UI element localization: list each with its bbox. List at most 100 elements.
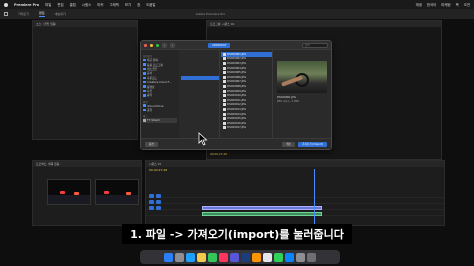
- program-monitor-title: 프로그램: 시퀀스 01: [207, 21, 441, 27]
- file-column[interactable]: DSC00001.JPG DSC00002.JPG DSC00003.JPG D…: [221, 50, 273, 140]
- app-menu[interactable]: Premiere Pro: [14, 3, 39, 7]
- tab-export[interactable]: 내보내기: [55, 12, 66, 16]
- track-target-button[interactable]: [156, 205, 161, 210]
- tab-import[interactable]: 가져오기: [18, 12, 29, 16]
- file-icon: [223, 126, 226, 130]
- file-icon: [223, 52, 226, 56]
- clock-icon: [143, 58, 146, 62]
- track-target-button[interactable]: [149, 193, 154, 198]
- project-panel[interactable]: 프로젝트: 제목 없음: [32, 160, 142, 226]
- notes-icon[interactable]: [263, 252, 272, 262]
- illustrator-icon[interactable]: [252, 252, 261, 262]
- settings-icon[interactable]: [296, 252, 305, 262]
- file-icon: [223, 80, 226, 84]
- project-panel-title: 프로젝트: 제목 없음: [33, 161, 141, 167]
- file-icon: [223, 107, 226, 111]
- zoom-icon[interactable]: [156, 43, 159, 47]
- apple-icon[interactable]: [4, 2, 8, 7]
- preview-meta: JPEG 이미지 - 6.3MB: [277, 100, 299, 103]
- document-icon: [143, 72, 146, 75]
- film-icon: [143, 85, 146, 88]
- launchpad-icon[interactable]: [175, 252, 184, 262]
- home-icon[interactable]: [4, 12, 8, 16]
- file-row[interactable]: DSC00017.JPG: [221, 126, 272, 131]
- clip-thumbnail[interactable]: [95, 179, 139, 205]
- cancel-button[interactable]: 취소: [282, 141, 295, 147]
- file-preview: DSC00001.JPG JPEG 이미지 - 6.3MB: [274, 50, 332, 140]
- menu-edit[interactable]: 편집: [57, 2, 63, 7]
- sidebar-item-t7-shield[interactable]: T7 Shield: [143, 118, 177, 123]
- photoshop-icon[interactable]: [241, 252, 250, 262]
- trash-icon[interactable]: [307, 252, 316, 262]
- track-target-button[interactable]: [149, 205, 154, 210]
- dialog-toolbar: ‹ › 220602GT 검색: [141, 41, 331, 50]
- menu-sequence[interactable]: 시퀀스: [82, 2, 91, 7]
- search-input[interactable]: 검색: [302, 42, 328, 48]
- menu-help[interactable]: 도움말: [146, 2, 155, 7]
- source-monitor-title: 소스: (클립 없음): [33, 21, 137, 27]
- sidebar-item-shared[interactable]: 공유: [143, 108, 177, 112]
- file-icon: [223, 84, 226, 88]
- file-icon: [223, 61, 226, 65]
- import-button[interactable]: 가져오기 (Import): [297, 141, 327, 147]
- messages-icon[interactable]: [208, 252, 217, 262]
- shared-icon: [143, 108, 146, 112]
- file-icon: [223, 121, 226, 125]
- audio-clip[interactable]: [202, 211, 322, 216]
- file-icon: [223, 57, 226, 61]
- chrome-icon[interactable]: [197, 252, 206, 262]
- options-button[interactable]: 옵션: [145, 141, 158, 147]
- track-target-button[interactable]: [156, 193, 161, 198]
- selected-folder[interactable]: [181, 76, 219, 80]
- timeline-panel[interactable]: 시퀀스 01 00;00;27;26: [145, 160, 445, 226]
- track-target-button[interactable]: [156, 199, 161, 204]
- appstore-icon[interactable]: [285, 252, 294, 262]
- facetime-icon[interactable]: [274, 252, 283, 262]
- apps-icon: [143, 63, 146, 66]
- drive-icon: [143, 119, 146, 122]
- folder-popup[interactable]: 220602GT: [208, 42, 231, 48]
- file-icon: [223, 112, 226, 116]
- finder-icon[interactable]: [164, 252, 173, 262]
- minimize-icon[interactable]: [150, 43, 153, 47]
- folder-column[interactable]: [180, 50, 220, 140]
- safari-icon[interactable]: [186, 252, 195, 262]
- source-monitor-panel[interactable]: 소스: (클립 없음): [32, 20, 138, 140]
- file-icon: [223, 103, 226, 107]
- menu-view[interactable]: 보기: [125, 2, 131, 7]
- back-icon[interactable]: ‹: [162, 42, 167, 48]
- file-icon: [223, 94, 226, 98]
- file-icon: [223, 66, 226, 70]
- window-title: Adobe Premiere Pro: [195, 12, 226, 16]
- timeline-title: 시퀀스 01: [146, 161, 444, 167]
- menu-window[interactable]: 창: [137, 2, 140, 7]
- file-icon: [223, 98, 226, 102]
- premiere-header: 가져오기 편집 내보내기 Adobe Premiere Pro: [0, 9, 474, 19]
- premiere-icon[interactable]: [230, 252, 239, 262]
- sidebar-item-music[interactable]: 음악: [143, 93, 177, 97]
- status-item[interactable]: 한국어: [427, 2, 436, 7]
- cloud-icon: [143, 104, 146, 107]
- track-target-button[interactable]: [149, 199, 154, 204]
- timeline-timecode: 00;00;27;26: [149, 168, 168, 172]
- status-item[interactable]: 재생: [416, 2, 422, 7]
- close-icon[interactable]: [144, 43, 147, 47]
- forward-icon[interactable]: ›: [170, 42, 175, 48]
- music-icon[interactable]: [219, 252, 228, 262]
- tab-edit[interactable]: 편집: [39, 11, 45, 17]
- file-icon: [223, 89, 226, 93]
- download-icon: [143, 76, 146, 79]
- status-item[interactable]: 목: [456, 2, 459, 7]
- music-icon: [143, 94, 146, 97]
- clip-thumbnail[interactable]: [47, 179, 91, 205]
- menu-graphics[interactable]: 그래픽: [109, 2, 118, 7]
- status-item[interactable]: 마케팅: [441, 2, 450, 7]
- import-dialog[interactable]: ‹ › 220602GT 검색 즐겨찾기 최근 항목 응용 프로그램 데스크탑 …: [140, 40, 332, 150]
- menu-marker[interactable]: 마커: [97, 2, 103, 7]
- menu-clip[interactable]: 클립: [70, 2, 76, 7]
- menu-file[interactable]: 파일: [45, 2, 51, 7]
- track-area[interactable]: [146, 193, 444, 221]
- playhead[interactable]: [314, 169, 315, 225]
- cloud-icon: [143, 80, 146, 84]
- video-clip[interactable]: [202, 205, 322, 210]
